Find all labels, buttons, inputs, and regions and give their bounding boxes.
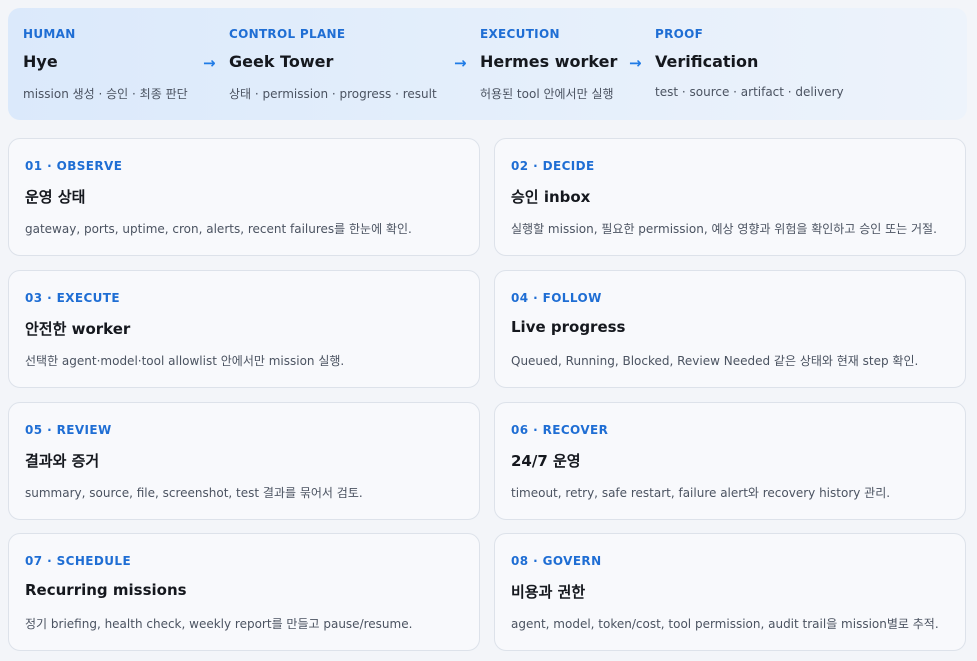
- stage-title: Hermes worker: [480, 52, 618, 71]
- card-title: Recurring missions: [25, 581, 187, 599]
- card-kicker: 03 · EXECUTE: [25, 291, 120, 305]
- stage-title: Verification: [655, 52, 759, 71]
- arrow-right-icon: →: [454, 54, 467, 72]
- stage-desc: mission 생성 · 승인 · 최종 판단: [23, 87, 188, 101]
- card-desc: agent, model, token/cost, tool permissio…: [511, 617, 939, 631]
- card-kicker: 08 · GOVERN: [511, 554, 602, 568]
- card-title: 결과와 증거: [25, 452, 100, 470]
- stage-kicker: HUMAN: [23, 27, 76, 41]
- card-title: 24/7 운영: [511, 452, 581, 470]
- card-desc: 선택한 agent·model·tool allowlist 안에서만 miss…: [25, 354, 345, 368]
- card-title: 비용과 권한: [511, 583, 586, 601]
- card-follow[interactable]: 04 · FOLLOW Live progress Queued, Runnin…: [494, 270, 966, 388]
- card-desc: summary, source, file, screenshot, test …: [25, 486, 363, 500]
- workflow-banner: HUMAN Hye mission 생성 · 승인 · 최종 판단 → CONT…: [8, 8, 967, 120]
- arrow-right-icon: →: [629, 54, 642, 72]
- card-kicker: 06 · RECOVER: [511, 423, 609, 437]
- card-desc: 정기 briefing, health check, weekly report…: [25, 617, 413, 631]
- card-title: 안전한 worker: [25, 320, 131, 338]
- card-govern[interactable]: 08 · GOVERN 비용과 권한 agent, model, token/c…: [494, 533, 966, 651]
- stage-kicker: CONTROL PLANE: [229, 27, 346, 41]
- stage-desc: 상태 · permission · progress · result: [229, 87, 437, 101]
- card-desc: timeout, retry, safe restart, failure al…: [511, 486, 891, 500]
- card-kicker: 07 · SCHEDULE: [25, 554, 132, 568]
- card-execute[interactable]: 03 · EXECUTE 안전한 worker 선택한 agent·model·…: [8, 270, 480, 388]
- card-kicker: 05 · REVIEW: [25, 423, 112, 437]
- stage-kicker: PROOF: [655, 27, 704, 41]
- card-kicker: 02 · DECIDE: [511, 159, 595, 173]
- card-kicker: 04 · FOLLOW: [511, 291, 602, 305]
- stage-desc: 허용된 tool 안에서만 실행: [480, 87, 614, 101]
- card-desc: Queued, Running, Blocked, Review Needed …: [511, 354, 919, 368]
- card-title: 운영 상태: [25, 188, 86, 206]
- card-schedule[interactable]: 07 · SCHEDULE Recurring missions 정기 brie…: [8, 533, 480, 651]
- stage-title: Hye: [23, 52, 58, 71]
- card-kicker: 01 · OBSERVE: [25, 159, 123, 173]
- card-desc: 실행할 mission, 필요한 permission, 예상 영향과 위험을 …: [511, 222, 937, 236]
- card-observe[interactable]: 01 · OBSERVE 운영 상태 gateway, ports, uptim…: [8, 138, 480, 256]
- card-title: 승인 inbox: [511, 188, 591, 206]
- stage-title: Geek Tower: [229, 52, 334, 71]
- arrow-right-icon: →: [203, 54, 216, 72]
- card-recover[interactable]: 06 · RECOVER 24/7 운영 timeout, retry, saf…: [494, 402, 966, 520]
- stage-kicker: EXECUTION: [480, 27, 560, 41]
- card-desc: gateway, ports, uptime, cron, alerts, re…: [25, 222, 412, 236]
- stage-desc: test · source · artifact · delivery: [655, 85, 844, 99]
- card-review[interactable]: 05 · REVIEW 결과와 증거 summary, source, file…: [8, 402, 480, 520]
- card-decide[interactable]: 02 · DECIDE 승인 inbox 실행할 mission, 필요한 pe…: [494, 138, 966, 256]
- card-title: Live progress: [511, 318, 626, 336]
